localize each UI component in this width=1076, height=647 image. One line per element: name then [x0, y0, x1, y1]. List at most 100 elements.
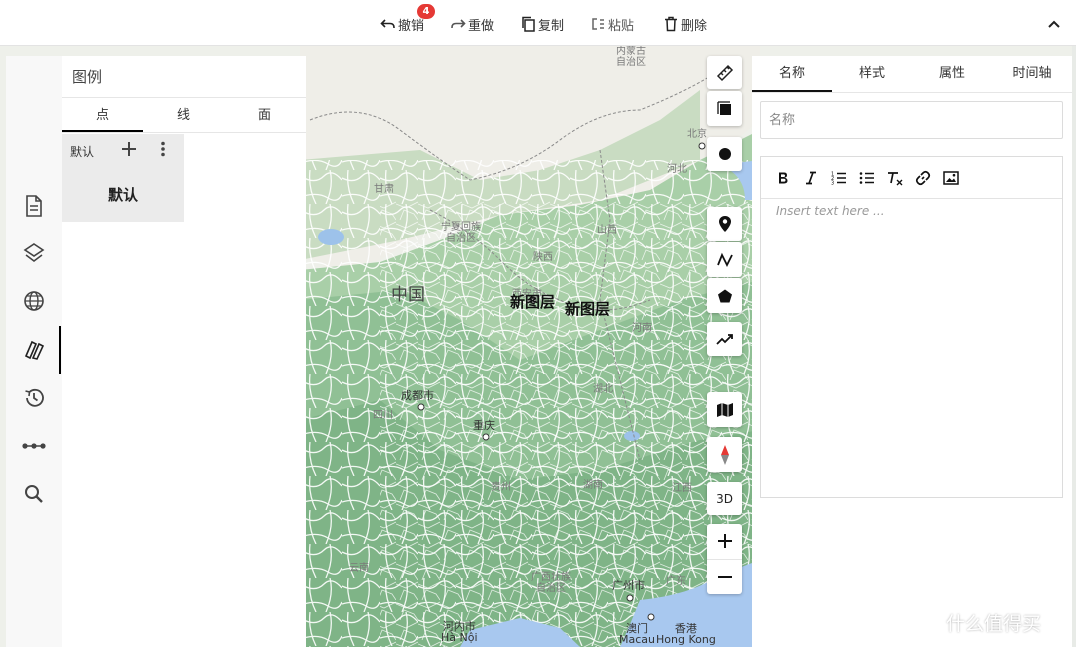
legend-icon[interactable] — [21, 337, 47, 363]
tab-attributes[interactable]: 属性 — [912, 56, 992, 92]
zoom-in-button[interactable] — [707, 524, 742, 560]
more-vertical-icon[interactable] — [154, 140, 172, 158]
globe-icon[interactable] — [21, 288, 47, 314]
square-draw-icon — [716, 100, 731, 115]
add-icon[interactable] — [120, 140, 138, 158]
copy-label: 复制 — [538, 18, 565, 34]
map-label-shanxi: 山西 — [597, 225, 617, 236]
editor-text-area[interactable]: Insert text here ... — [776, 204, 885, 218]
link-icon[interactable] — [914, 169, 932, 187]
bullet-list-icon[interactable] — [858, 169, 876, 187]
map-label-chongqing: 重庆 — [473, 419, 495, 432]
search-icon[interactable] — [21, 481, 47, 507]
watermark: 什么值得买 — [908, 606, 1041, 638]
zoom-out-icon — [717, 575, 732, 578]
watermark-text: 什么值得买 — [946, 612, 1042, 635]
delete-label: 删除 — [681, 18, 708, 34]
image-icon[interactable] — [942, 169, 960, 187]
tab-point[interactable]: 点 — [62, 98, 143, 133]
redo-button[interactable]: 重做 — [450, 14, 494, 34]
tab-line[interactable]: 线 — [143, 98, 224, 133]
marker-icon — [718, 216, 731, 232]
redo-label: 重做 — [468, 18, 495, 34]
legend-title: 图例 — [72, 68, 103, 86]
delete-icon — [665, 16, 677, 32]
map-label-macau: 澳门 Macau — [619, 622, 655, 646]
undo-button[interactable]: 撤销 — [380, 14, 424, 34]
watermark-logo-icon — [908, 606, 940, 638]
layers-icon[interactable] — [21, 240, 47, 266]
rectangle-draw-tool[interactable] — [707, 91, 742, 126]
paste-button[interactable]: 粘贴 — [590, 14, 634, 34]
undo-icon — [380, 19, 395, 28]
zoom-control — [707, 524, 742, 594]
properties-panel: 名称 样式 属性 时间轴 123 — [752, 56, 1072, 647]
zoom-out-button[interactable] — [707, 560, 742, 595]
view-3d-label: 3D — [716, 491, 733, 506]
legend-panel: 图例 点 线 面 默认 默认 — [62, 56, 306, 647]
map-label-china: 中国 — [391, 285, 425, 305]
map-label-chengdu: 成都市 — [401, 389, 434, 402]
rich-text-editor: 123 Insert text here ... — [760, 156, 1063, 498]
map-label-hanoi: 河内市 Hà Nội — [441, 620, 478, 644]
trend-tool[interactable] — [707, 322, 742, 356]
paste-icon — [592, 18, 604, 30]
map-label-jiangxi: 江西 — [672, 483, 692, 494]
marker-tool[interactable] — [707, 207, 742, 241]
editor-toolbar: 123 — [761, 157, 1062, 199]
polyline-tool[interactable] — [707, 242, 742, 277]
map-label-guangdong: 广东 — [666, 576, 686, 587]
name-input[interactable] — [760, 101, 1063, 139]
trend-icon — [715, 334, 733, 345]
tab-style[interactable]: 样式 — [832, 56, 912, 92]
tab-divider — [752, 92, 1072, 93]
map-label-guizhou: 贵州 — [491, 482, 511, 493]
legend-item-name[interactable]: 默认 — [62, 184, 184, 205]
tab-name[interactable]: 名称 — [752, 56, 832, 92]
map-label-beijing: 北京 — [687, 129, 707, 140]
map-label-guangxi: 广西壮族 自治区 — [531, 572, 571, 594]
paste-label: 粘贴 — [608, 18, 635, 34]
map-layer-label[interactable]: 新图层 — [565, 302, 610, 317]
route-icon[interactable] — [21, 433, 47, 459]
copy-icon — [522, 16, 535, 32]
collapse-toolbar-icon[interactable] — [1045, 15, 1063, 33]
map-label-guangzhou: 广州市 — [612, 579, 645, 592]
map-layer-label[interactable]: 新图层 — [510, 295, 555, 310]
map-label-sichuan: 四川 — [373, 410, 393, 421]
circle-draw-tool[interactable] — [707, 137, 742, 171]
tab-timeline[interactable]: 时间轴 — [992, 56, 1072, 92]
delete-button[interactable]: 删除 — [663, 14, 707, 34]
top-toolbar: 撤销 4 重做 复制 粘贴 删除 — [0, 0, 1076, 46]
view-3d-button[interactable]: 3D — [707, 482, 742, 515]
map-label-gansu: 甘肃 — [374, 184, 394, 195]
map-icon — [716, 402, 733, 417]
legend-tabs: 点 线 面 — [62, 97, 306, 133]
active-tab-indicator — [62, 130, 143, 132]
italic-icon[interactable] — [802, 169, 820, 187]
polygon-icon — [717, 289, 732, 302]
map-label-hubei: 湖北 — [593, 384, 613, 395]
tab-area[interactable]: 面 — [224, 98, 305, 133]
measure-tool[interactable] — [707, 56, 742, 89]
clear-format-icon[interactable] — [886, 169, 904, 187]
compass-tool[interactable] — [707, 437, 742, 472]
map-label-shaanxi: 陕西 — [533, 252, 553, 263]
map-label-yunnan: 云南 — [349, 563, 369, 574]
undo-count-badge: 4 — [417, 4, 435, 19]
map-label-inner-mongolia: 内蒙古 自治区 — [616, 46, 646, 68]
polygon-tool[interactable] — [707, 278, 742, 313]
active-rail-indicator — [59, 326, 61, 374]
map-label-henan: 河南 — [632, 323, 652, 334]
map-label-hebei: 河北 — [667, 164, 687, 175]
legend-group-card[interactable]: 默认 默认 — [62, 134, 184, 222]
basemap-tool[interactable] — [707, 392, 742, 427]
ordered-list-icon[interactable]: 123 — [830, 169, 848, 187]
bold-icon[interactable] — [774, 169, 792, 187]
legend-group-header: 默认 — [70, 145, 95, 159]
document-icon[interactable] — [21, 193, 47, 219]
copy-button[interactable]: 复制 — [520, 14, 564, 34]
history-icon[interactable] — [21, 385, 47, 411]
redo-icon — [451, 19, 466, 28]
circle-draw-icon — [718, 148, 731, 160]
